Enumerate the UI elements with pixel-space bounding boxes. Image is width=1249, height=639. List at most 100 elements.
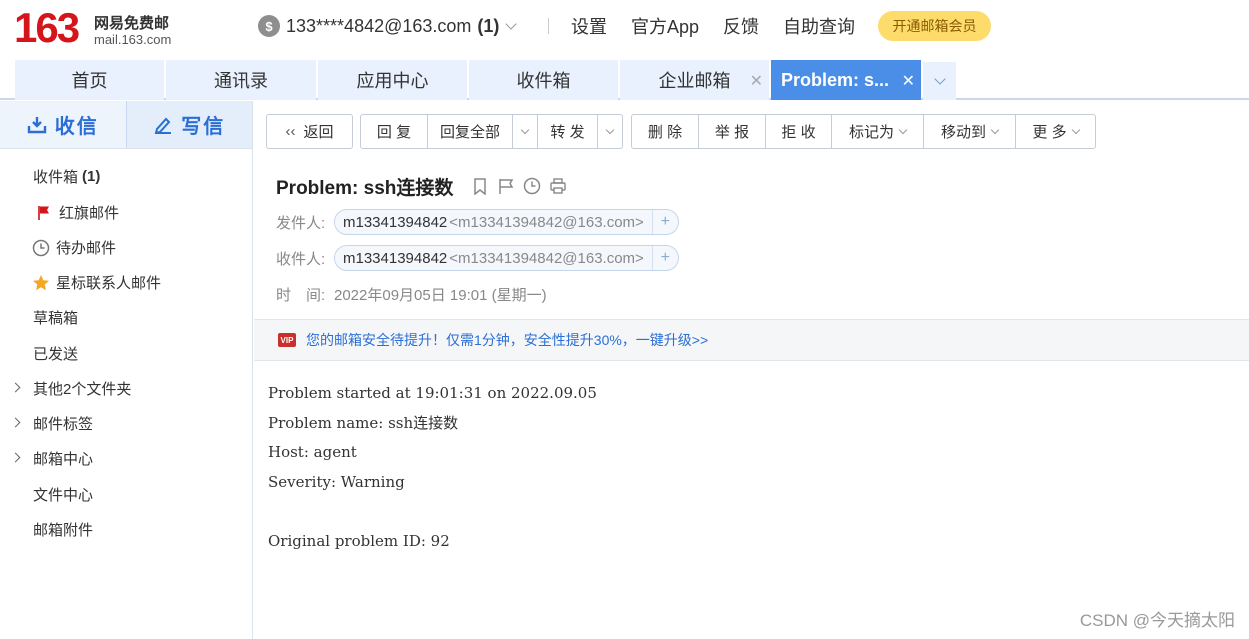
tab-label: 通讯录 <box>214 71 268 91</box>
back-button[interactable]: ‹‹ 返回 <box>267 115 352 148</box>
compose-bar: 收信 写信 <box>0 101 252 149</box>
body-line: Problem name: ssh连接数 <box>268 413 459 432</box>
forward-label: 转 发 <box>550 124 585 141</box>
folder-attachments[interactable]: 邮箱附件 <box>0 512 252 547</box>
folder-label: 邮箱中心 <box>33 451 94 468</box>
recipient-name: m13341394842 <box>343 249 448 267</box>
folder-mailbox-center[interactable]: 邮箱中心 <box>0 441 252 476</box>
account-switcher[interactable]: $ 133****4842@163.com (1) <box>258 14 518 38</box>
folder-starred-contacts[interactable]: 星标联系人邮件 <box>0 265 252 300</box>
back-label: 返回 <box>303 124 334 141</box>
feedback-link[interactable]: 反馈 <box>723 13 759 39</box>
tab-home[interactable]: 首页 <box>15 60 164 100</box>
tab-current-mail[interactable]: Problem: s... ✕ <box>771 60 921 100</box>
report-label: 举 报 <box>714 124 750 141</box>
chevron-down-icon <box>605 125 615 134</box>
mail-body: Problem started at 19:01:31 on 2022.09.0… <box>268 379 597 556</box>
sender-row: 发件人: m13341394842 <m13341394842@163.com>… <box>276 209 679 235</box>
print-icon[interactable] <box>549 177 567 195</box>
move-to-button[interactable]: 移动到 <box>923 115 1015 148</box>
folder-mail-tags[interactable]: 邮件标签 <box>0 406 252 441</box>
time-row: 时 间: 2022年09月05日 19:01 (星期一) <box>276 281 547 307</box>
reply-all-dropdown[interactable] <box>512 115 537 148</box>
recipient-label: 收件人: <box>276 250 326 268</box>
tab-overflow-button[interactable] <box>923 62 956 100</box>
folder-label: 收件箱 <box>33 169 79 186</box>
folder-label: 待办邮件 <box>56 240 117 257</box>
account-coin-icon: $ <box>258 15 280 37</box>
chevron-down-icon <box>898 125 908 134</box>
folder-inbox[interactable]: 收件箱 (1) <box>0 159 252 194</box>
receive-mail-button[interactable]: 收信 <box>0 101 126 148</box>
folder-drafts[interactable]: 草稿箱 <box>0 300 252 335</box>
more-button[interactable]: 更 多 <box>1015 115 1095 148</box>
write-mail-button[interactable]: 写信 <box>125 101 252 148</box>
tab-label: 企业邮箱 <box>658 71 731 91</box>
chevron-down-icon <box>990 125 1000 134</box>
open-vip-button[interactable]: 开通邮箱会员 <box>878 11 991 41</box>
tab-contacts[interactable]: 通讯录 <box>166 60 316 100</box>
report-button[interactable]: 举 报 <box>698 115 765 148</box>
chevron-down-icon <box>520 125 530 134</box>
sender-label: 发件人: <box>276 214 326 232</box>
tab-label: 首页 <box>71 71 108 91</box>
mail-toolbar: ‹‹ 返回 回 复 回复全部 转 发 删 除 举 报 拒 收 标记为 移动到 更… <box>254 101 1249 159</box>
security-upgrade-link[interactable]: 您的邮箱安全待提升！仅需1分钟，安全性提升30%，一键升级>> <box>306 330 708 350</box>
mark-as-label: 标记为 <box>848 124 894 141</box>
add-contact-icon[interactable]: + <box>651 210 678 234</box>
mail-subject: Problem: ssh连接数 <box>276 177 454 199</box>
watermark: CSDN @今天摘太阳 <box>1079 611 1235 630</box>
time-label: 时 间: <box>276 286 326 304</box>
folder-sent[interactable]: 已发送 <box>0 336 252 371</box>
double-chevron-left-icon: ‹‹ <box>285 123 296 140</box>
folder-flagged[interactable]: 红旗邮件 <box>0 195 252 230</box>
clock-icon <box>32 239 50 257</box>
add-contact-icon[interactable]: + <box>651 246 678 270</box>
logo-number: 163 <box>14 4 80 51</box>
bookmark-icon[interactable] <box>471 177 489 195</box>
chevron-down-icon <box>933 73 946 85</box>
header-divider <box>548 18 549 34</box>
tab-label: 应用中心 <box>356 71 429 91</box>
body-line: Host: agent <box>268 443 357 461</box>
sidebar: 收信 写信 收件箱 (1) 红旗邮件 待办邮件 星标联系人邮件 草稿箱 已发送 … <box>0 101 253 639</box>
delete-label: 删 除 <box>647 124 683 141</box>
receive-mail-label: 收信 <box>54 116 99 138</box>
flag-icon[interactable] <box>497 177 515 195</box>
reply-all-button[interactable]: 回复全部 <box>427 115 512 148</box>
pen-icon <box>154 117 172 134</box>
tab-enterprise-mail[interactable]: 企业邮箱 ✕ <box>620 60 769 100</box>
body-line: Problem started at 19:01:31 on 2022.09.0… <box>268 384 597 402</box>
folder-unread-count: (1) <box>82 168 101 185</box>
folder-file-center[interactable]: 文件中心 <box>0 477 252 512</box>
reply-button[interactable]: 回 复 <box>361 115 427 148</box>
tab-app-center[interactable]: 应用中心 <box>318 60 467 100</box>
chevron-down-icon <box>505 18 518 30</box>
mark-as-button[interactable]: 标记为 <box>831 115 923 148</box>
reject-button[interactable]: 拒 收 <box>765 115 831 148</box>
close-tab-icon[interactable]: ✕ <box>750 71 763 91</box>
close-tab-icon[interactable]: ✕ <box>902 71 915 91</box>
self-service-link[interactable]: 自助查询 <box>783 13 855 39</box>
delete-button[interactable]: 删 除 <box>632 115 698 148</box>
folder-label: 邮件标签 <box>33 416 94 433</box>
chevron-right-icon[interactable] <box>10 382 21 393</box>
recipient-address-pill[interactable]: m13341394842 <m13341394842@163.com> + <box>334 245 679 271</box>
reject-label: 拒 收 <box>781 124 816 141</box>
body-line: Original problem ID: 92 <box>268 531 450 550</box>
sender-address-pill[interactable]: m13341394842 <m13341394842@163.com> + <box>334 209 679 235</box>
sent-time: 2022年09月05日 19:01 (星期一) <box>334 286 547 304</box>
clock-icon[interactable] <box>523 177 541 195</box>
tab-inbox[interactable]: 收件箱 <box>469 60 618 100</box>
settings-link[interactable]: 设置 <box>571 13 607 39</box>
folder-todo[interactable]: 待办邮件 <box>0 230 252 265</box>
chevron-right-icon[interactable] <box>10 452 21 463</box>
body-line: Severity: Warning <box>268 472 405 491</box>
chevron-right-icon[interactable] <box>10 417 21 428</box>
official-app-link[interactable]: 官方App <box>631 13 699 39</box>
vip-icon: VIP <box>278 333 296 347</box>
folder-other[interactable]: 其他2个文件夹 <box>0 371 252 406</box>
forward-button[interactable]: 转 发 <box>537 115 597 148</box>
forward-dropdown[interactable] <box>597 115 622 148</box>
folder-label: 已发送 <box>33 346 79 363</box>
